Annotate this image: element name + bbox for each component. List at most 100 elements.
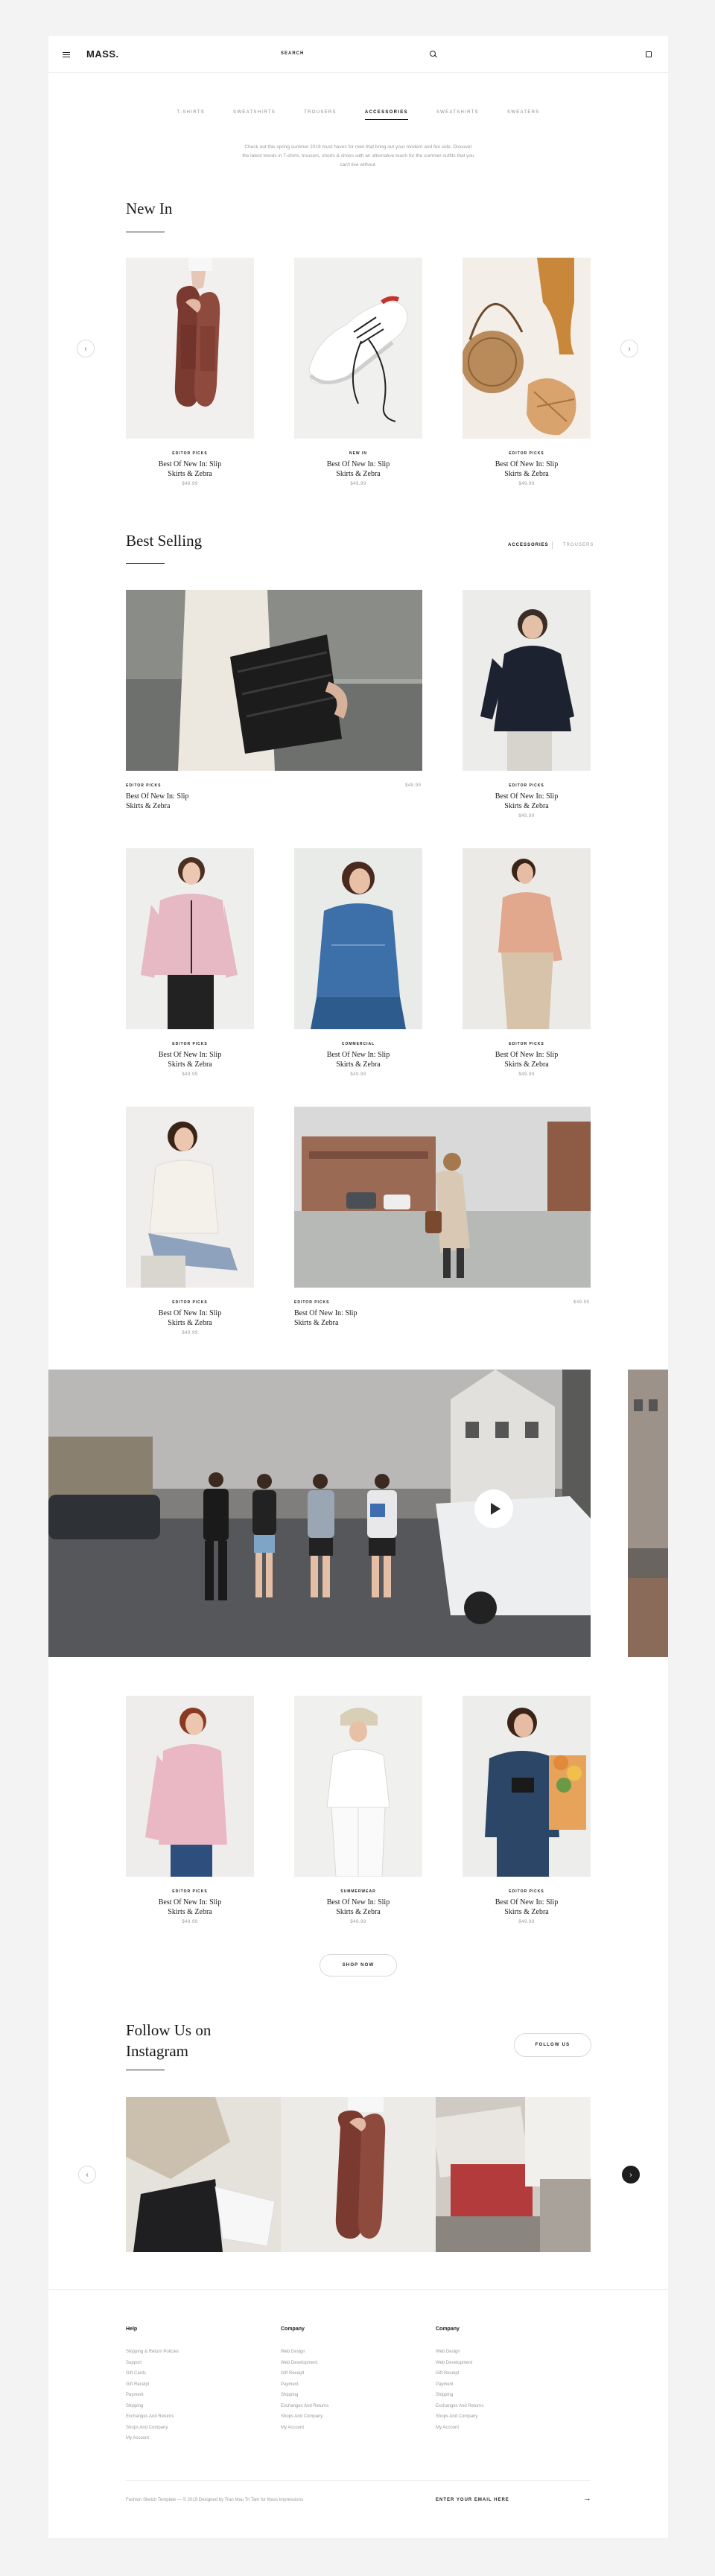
product-image[interactable]	[294, 848, 422, 1029]
product-image[interactable]	[463, 590, 591, 771]
footer-link[interactable]: Web Development	[281, 2358, 328, 2369]
email-input[interactable]: ENTER YOUR EMAIL HERE	[436, 2498, 509, 2502]
video-next-preview[interactable]	[628, 1370, 668, 1657]
footer-bottom-divider	[126, 2480, 591, 2481]
instagram-photo[interactable]	[126, 2097, 281, 2252]
footer-link[interactable]: Gift Receipt	[281, 2368, 328, 2379]
product-price: $49.99	[518, 814, 535, 818]
product-name[interactable]: Best Of New In: Slip Skirts & Zebra	[294, 459, 422, 479]
shop-now-button[interactable]: SHOP NOW	[320, 1954, 397, 1976]
submit-arrow-icon[interactable]: →	[583, 2494, 591, 2503]
footer-link[interactable]: My Account	[126, 2433, 179, 2444]
product-name[interactable]: Best Of New In: Slip Skirts & Zebra	[126, 792, 275, 811]
product-price: $49.99	[182, 1331, 198, 1335]
footer-link[interactable]: My Account	[281, 2423, 328, 2434]
category-tab[interactable]: SWEATSHIRTS	[233, 110, 276, 120]
play-button-icon[interactable]	[474, 1489, 513, 1528]
product-brand: EDITOR PICKS	[509, 783, 544, 788]
footer-link[interactable]: Exchanges And Returns	[436, 2401, 483, 2412]
prev-arrow-icon[interactable]: ‹	[77, 340, 95, 357]
site-logo[interactable]: MASS.	[86, 48, 119, 60]
product-price: $49.99	[350, 1920, 366, 1924]
product-meta: EDITOR PICKS Best Of New In: Slip Skirts …	[126, 1889, 254, 1924]
product-image[interactable]	[294, 1696, 422, 1877]
product-name[interactable]: Best Of New In: Slip Skirts & Zebra	[294, 1898, 422, 1917]
product-name[interactable]: Best Of New In: Slip Skirts & Zebra	[126, 1308, 254, 1328]
footer-link[interactable]: Payment	[126, 2390, 179, 2401]
instagram-photo[interactable]	[436, 2097, 591, 2252]
product-name[interactable]: Best Of New In: Slip Skirts & Zebra	[463, 792, 591, 811]
footer-link[interactable]: Shipping	[436, 2390, 483, 2401]
footer-link[interactable]: Web Design	[281, 2347, 328, 2358]
footer-link[interactable]: Shops And Company	[281, 2411, 328, 2423]
product-name[interactable]: Best Of New In: Slip Skirts & Zebra	[126, 1898, 254, 1917]
product-name[interactable]: Best Of New In: Slip Skirts & Zebra	[294, 1308, 443, 1328]
footer-link[interactable]: Support	[126, 2358, 179, 2369]
footer-link[interactable]: Shops And Company	[126, 2423, 179, 2434]
product-name[interactable]: Best Of New In: Slip Skirts & Zebra	[294, 1050, 422, 1069]
product-meta: EDITOR PICKS Best Of New In: Slip Skirts …	[126, 1042, 254, 1077]
next-arrow-icon[interactable]: ›	[622, 2166, 640, 2184]
product-image[interactable]	[126, 848, 254, 1029]
category-tab[interactable]: SWEATSHIRTS	[436, 110, 479, 120]
product-name-line: Skirts & Zebra	[168, 1908, 212, 1916]
intro-text: Check out this spring summer 2019 must h…	[242, 144, 474, 168]
menu-icon[interactable]	[63, 52, 70, 57]
product-name-line: Best Of New In: Slip	[158, 1051, 222, 1059]
product-name-line: Skirts & Zebra	[336, 470, 381, 478]
footer-link[interactable]: Gift Receipt	[436, 2368, 483, 2379]
footer-link[interactable]: Shipping & Return Policies	[126, 2347, 179, 2358]
footer-link[interactable]: Shops And Company	[436, 2411, 483, 2423]
footer-link[interactable]: Web Design	[436, 2347, 483, 2358]
category-tab[interactable]: T-SHIRTS	[177, 110, 205, 120]
footer-link[interactable]: Shipping	[281, 2390, 328, 2401]
product-brand: EDITOR PICKS	[126, 783, 162, 788]
product-image-wide[interactable]	[294, 1107, 591, 1288]
product-price: $49.99	[350, 482, 366, 486]
footer-link[interactable]: Gift Cards	[126, 2368, 179, 2379]
footer-link[interactable]: My Account	[436, 2423, 483, 2434]
footer-link[interactable]: Shipping	[126, 2401, 179, 2412]
product-name-line: Best Of New In: Slip	[495, 1051, 559, 1059]
product-name-line: Best Of New In: Slip	[495, 792, 559, 801]
category-tab-active[interactable]: ACCESSORIES	[364, 110, 408, 120]
search-icon[interactable]	[430, 51, 436, 57]
product-image[interactable]	[294, 258, 422, 439]
product-name[interactable]: Best Of New In: Slip Skirts & Zebra	[463, 1898, 591, 1917]
product-image[interactable]	[463, 848, 591, 1029]
footer-link[interactable]: Exchanges And Returns	[126, 2411, 179, 2423]
next-arrow-icon[interactable]: ›	[620, 340, 638, 357]
product-name[interactable]: Best Of New In: Slip Skirts & Zebra	[126, 459, 254, 479]
footer-link[interactable]: Exchanges And Returns	[281, 2401, 328, 2412]
product-image[interactable]	[126, 1696, 254, 1877]
footer-link[interactable]: Gift Receipt	[126, 2379, 179, 2391]
product-brand: COMMERCIAL	[341, 1042, 375, 1046]
shopping-bag-icon[interactable]	[646, 51, 652, 57]
product-name-line: Best Of New In: Slip	[326, 1051, 390, 1059]
product-meta: EDITOR PICKS Best Of New In: Slip Skirts …	[463, 783, 591, 818]
instagram-photo[interactable]	[281, 2097, 436, 2252]
search-label[interactable]: SEARCH	[281, 51, 304, 56]
product-name-line: Best Of New In: Slip	[294, 1309, 358, 1317]
filter-trousers[interactable]: TROUSERS	[563, 543, 594, 547]
product-image[interactable]	[463, 1696, 591, 1877]
footer-link[interactable]: Payment	[281, 2379, 328, 2391]
filter-accessories[interactable]: ACCESSORIES	[508, 543, 549, 547]
product-image[interactable]	[126, 1107, 254, 1288]
category-tab[interactable]: SWEATERS	[507, 110, 540, 120]
product-name-line: Skirts & Zebra	[168, 1060, 212, 1069]
footer-column-title: Help	[126, 2327, 138, 2332]
footer-link[interactable]: Payment	[436, 2379, 483, 2391]
product-image[interactable]	[463, 258, 591, 439]
product-image[interactable]	[126, 258, 254, 439]
product-name[interactable]: Best Of New In: Slip Skirts & Zebra	[463, 1050, 591, 1069]
footer-link[interactable]: Web Development	[436, 2358, 483, 2369]
product-name-line: Best Of New In: Slip	[326, 1898, 390, 1906]
prev-arrow-icon[interactable]: ‹	[78, 2166, 96, 2184]
follow-us-button[interactable]: FOLLOW US	[514, 2033, 591, 2057]
product-name[interactable]: Best Of New In: Slip Skirts & Zebra	[126, 1050, 254, 1069]
section-divider	[126, 563, 165, 564]
product-name[interactable]: Best Of New In: Slip Skirts & Zebra	[463, 459, 591, 479]
category-tab[interactable]: TROUSERS	[304, 110, 337, 120]
product-image-wide[interactable]	[126, 590, 422, 771]
